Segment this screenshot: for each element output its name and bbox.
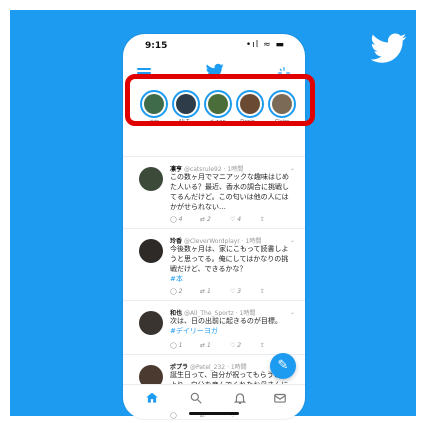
messages-mail-icon[interactable]	[273, 391, 287, 405]
like-button[interactable]: ♡ 3	[230, 288, 260, 295]
notifications-bell-icon[interactable]	[233, 391, 247, 405]
like-count: 3	[237, 288, 242, 295]
tweet[interactable]: 凛亨 @catsrule92 · 1時間 ⌄ この数ヶ月でマニアックな趣味はじめ…	[123, 156, 305, 229]
share-icon[interactable]: ⇪	[260, 342, 290, 349]
tweet-actions: ◯ 1 ⇄ 1 ♡ 2 ⇪	[170, 342, 292, 349]
chevron-down-icon[interactable]: ⌄	[290, 165, 295, 172]
share-icon[interactable]: ⇪	[260, 216, 290, 223]
share-icon[interactable]: ⇪	[260, 288, 290, 295]
avatar[interactable]	[139, 167, 163, 191]
tweet-text: この数ヶ月でマニアックな趣味はじめた人いる？最近、香水の調合に挑戦してるんだけど…	[170, 173, 289, 211]
like-count: 4	[237, 216, 242, 223]
reply-button[interactable]: ◯ 2	[170, 288, 200, 295]
chevron-down-icon[interactable]: ⌄	[290, 309, 295, 316]
tweet[interactable]: 玲香 @CleverWordplayr · 1時間 ⌄ 今後数ヶ月は、家にこもっ…	[123, 228, 305, 301]
tweet-text: 今後数ヶ月は、家にこもって読書しようと思ってる。俺にしてはかなりの挑戦だけど、で…	[170, 244, 290, 284]
retweet-button[interactable]: ⇄ 2	[200, 216, 230, 223]
compose-tweet-button[interactable]: ✎	[270, 353, 296, 379]
search-icon[interactable]	[189, 391, 203, 405]
hashtag[interactable]: #本	[170, 275, 183, 283]
reply-button[interactable]: ◯ 1	[170, 342, 200, 349]
home-icon[interactable]	[145, 391, 159, 405]
twitter-logo-icon	[371, 33, 407, 63]
like-button[interactable]: ♡ 4	[230, 216, 260, 223]
reply-count: 2	[178, 288, 183, 295]
reply-count: 4	[178, 216, 183, 223]
like-button[interactable]: ♡ 2	[230, 342, 260, 349]
home-indicator	[189, 412, 239, 415]
chevron-down-icon[interactable]: ⌄	[290, 237, 295, 244]
tweet[interactable]: 和也 @All_The_Sportz · 1時間 ⌄ 次は、日の出前に起きるのが…	[123, 300, 305, 355]
retweet-button[interactable]: ⇄ 1	[200, 342, 230, 349]
retweet-count: 1	[206, 288, 211, 295]
status-time: 9:15	[145, 41, 168, 51]
tweet-text: 次は、日の出前に起きるのが目標。 #デイリーヨガ	[170, 316, 290, 336]
hashtag[interactable]: #デイリーヨガ	[170, 327, 218, 335]
avatar[interactable]	[139, 239, 163, 263]
tweet-text-content: 今後数ヶ月は、家にこもって読書しようと思ってる。俺にしてはかなりの挑戦だけど、で…	[170, 245, 289, 273]
tweet-actions: ◯ 2 ⇄ 1 ♡ 3 ⇪	[170, 288, 292, 295]
tweet-actions: ◯ 4 ⇄ 2 ♡ 4 ⇪	[170, 216, 292, 223]
tweet-text-content: 次は、日の出前に起きるのが目標。	[170, 317, 282, 325]
bottom-tab-bar	[123, 384, 305, 411]
like-count: 2	[237, 342, 242, 349]
status-bar: 9:15 •ıl ≈ ▬	[123, 34, 305, 58]
reply-button[interactable]: ◯ 4	[170, 216, 200, 223]
avatar[interactable]	[139, 311, 163, 335]
retweet-count: 1	[206, 342, 211, 349]
retweet-button[interactable]: ⇄ 1	[200, 288, 230, 295]
reply-count: 1	[178, 342, 183, 349]
fleets-highlight-box	[125, 74, 315, 126]
status-icons: •ıl ≈ ▬	[245, 40, 285, 50]
retweet-count: 2	[206, 216, 211, 223]
